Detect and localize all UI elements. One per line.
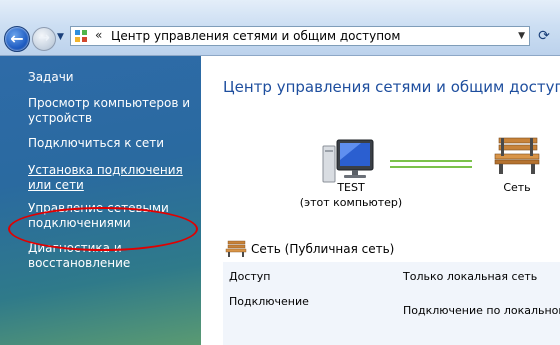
task-view-computers-link[interactable]: Просмотр компьютеров и устройств xyxy=(28,96,198,126)
connection-line xyxy=(390,160,472,168)
task-connect-network-link[interactable]: Подключиться к сети xyxy=(28,136,198,151)
task-setup-connection-link[interactable]: Установка подключения или сети xyxy=(28,163,198,193)
refresh-button[interactable]: ⟳ xyxy=(535,27,553,45)
network-details: Доступ Только локальная сеть Подключение… xyxy=(223,262,560,345)
computer-subtitle: (этот компьютер) xyxy=(299,196,403,209)
breadcrumb-separator-icon[interactable]: « xyxy=(95,28,102,42)
bench-icon[interactable] xyxy=(493,136,541,176)
task-pane: Задачи Просмотр компьютеров и устройств … xyxy=(0,56,201,345)
connection-value[interactable]: Подключение по локальной xyxy=(403,304,560,317)
forward-button[interactable]: → xyxy=(32,27,56,51)
address-dropdown-icon[interactable]: ▼ xyxy=(518,31,525,41)
network-label: Сеть xyxy=(503,181,531,194)
tasks-heading: Задачи xyxy=(28,70,74,84)
access-value: Только локальная сеть xyxy=(403,270,538,283)
network-header: Сеть (Публичная сеть) xyxy=(225,240,560,260)
history-dropdown-icon[interactable]: ▼ xyxy=(57,31,67,43)
navigation-bar: ← → ▼ « Центр управления сетями и общим … xyxy=(0,0,560,56)
access-label: Доступ xyxy=(229,270,271,283)
main-content: Центр управления сетями и общим доступом… xyxy=(201,56,560,345)
computer-label: TEST (этот компьютер) xyxy=(281,180,421,210)
control-panel-icon xyxy=(75,30,88,43)
page-title: Центр управления сетями и общим доступом xyxy=(223,78,560,96)
connection-label: Подключение xyxy=(229,295,309,308)
bench-icon xyxy=(225,240,247,257)
highlight-oval xyxy=(8,207,198,251)
address-bar[interactable]: « Центр управления сетями и общим доступ… xyxy=(70,26,530,46)
network-header-label: Сеть (Публичная сеть) xyxy=(251,242,395,256)
breadcrumb[interactable]: Центр управления сетями и общим доступом xyxy=(111,29,400,43)
back-button[interactable]: ← xyxy=(4,26,30,52)
back-arrow-icon: ← xyxy=(10,29,24,48)
forward-arrow-icon: → xyxy=(38,30,50,46)
computer-name: TEST xyxy=(337,181,365,194)
